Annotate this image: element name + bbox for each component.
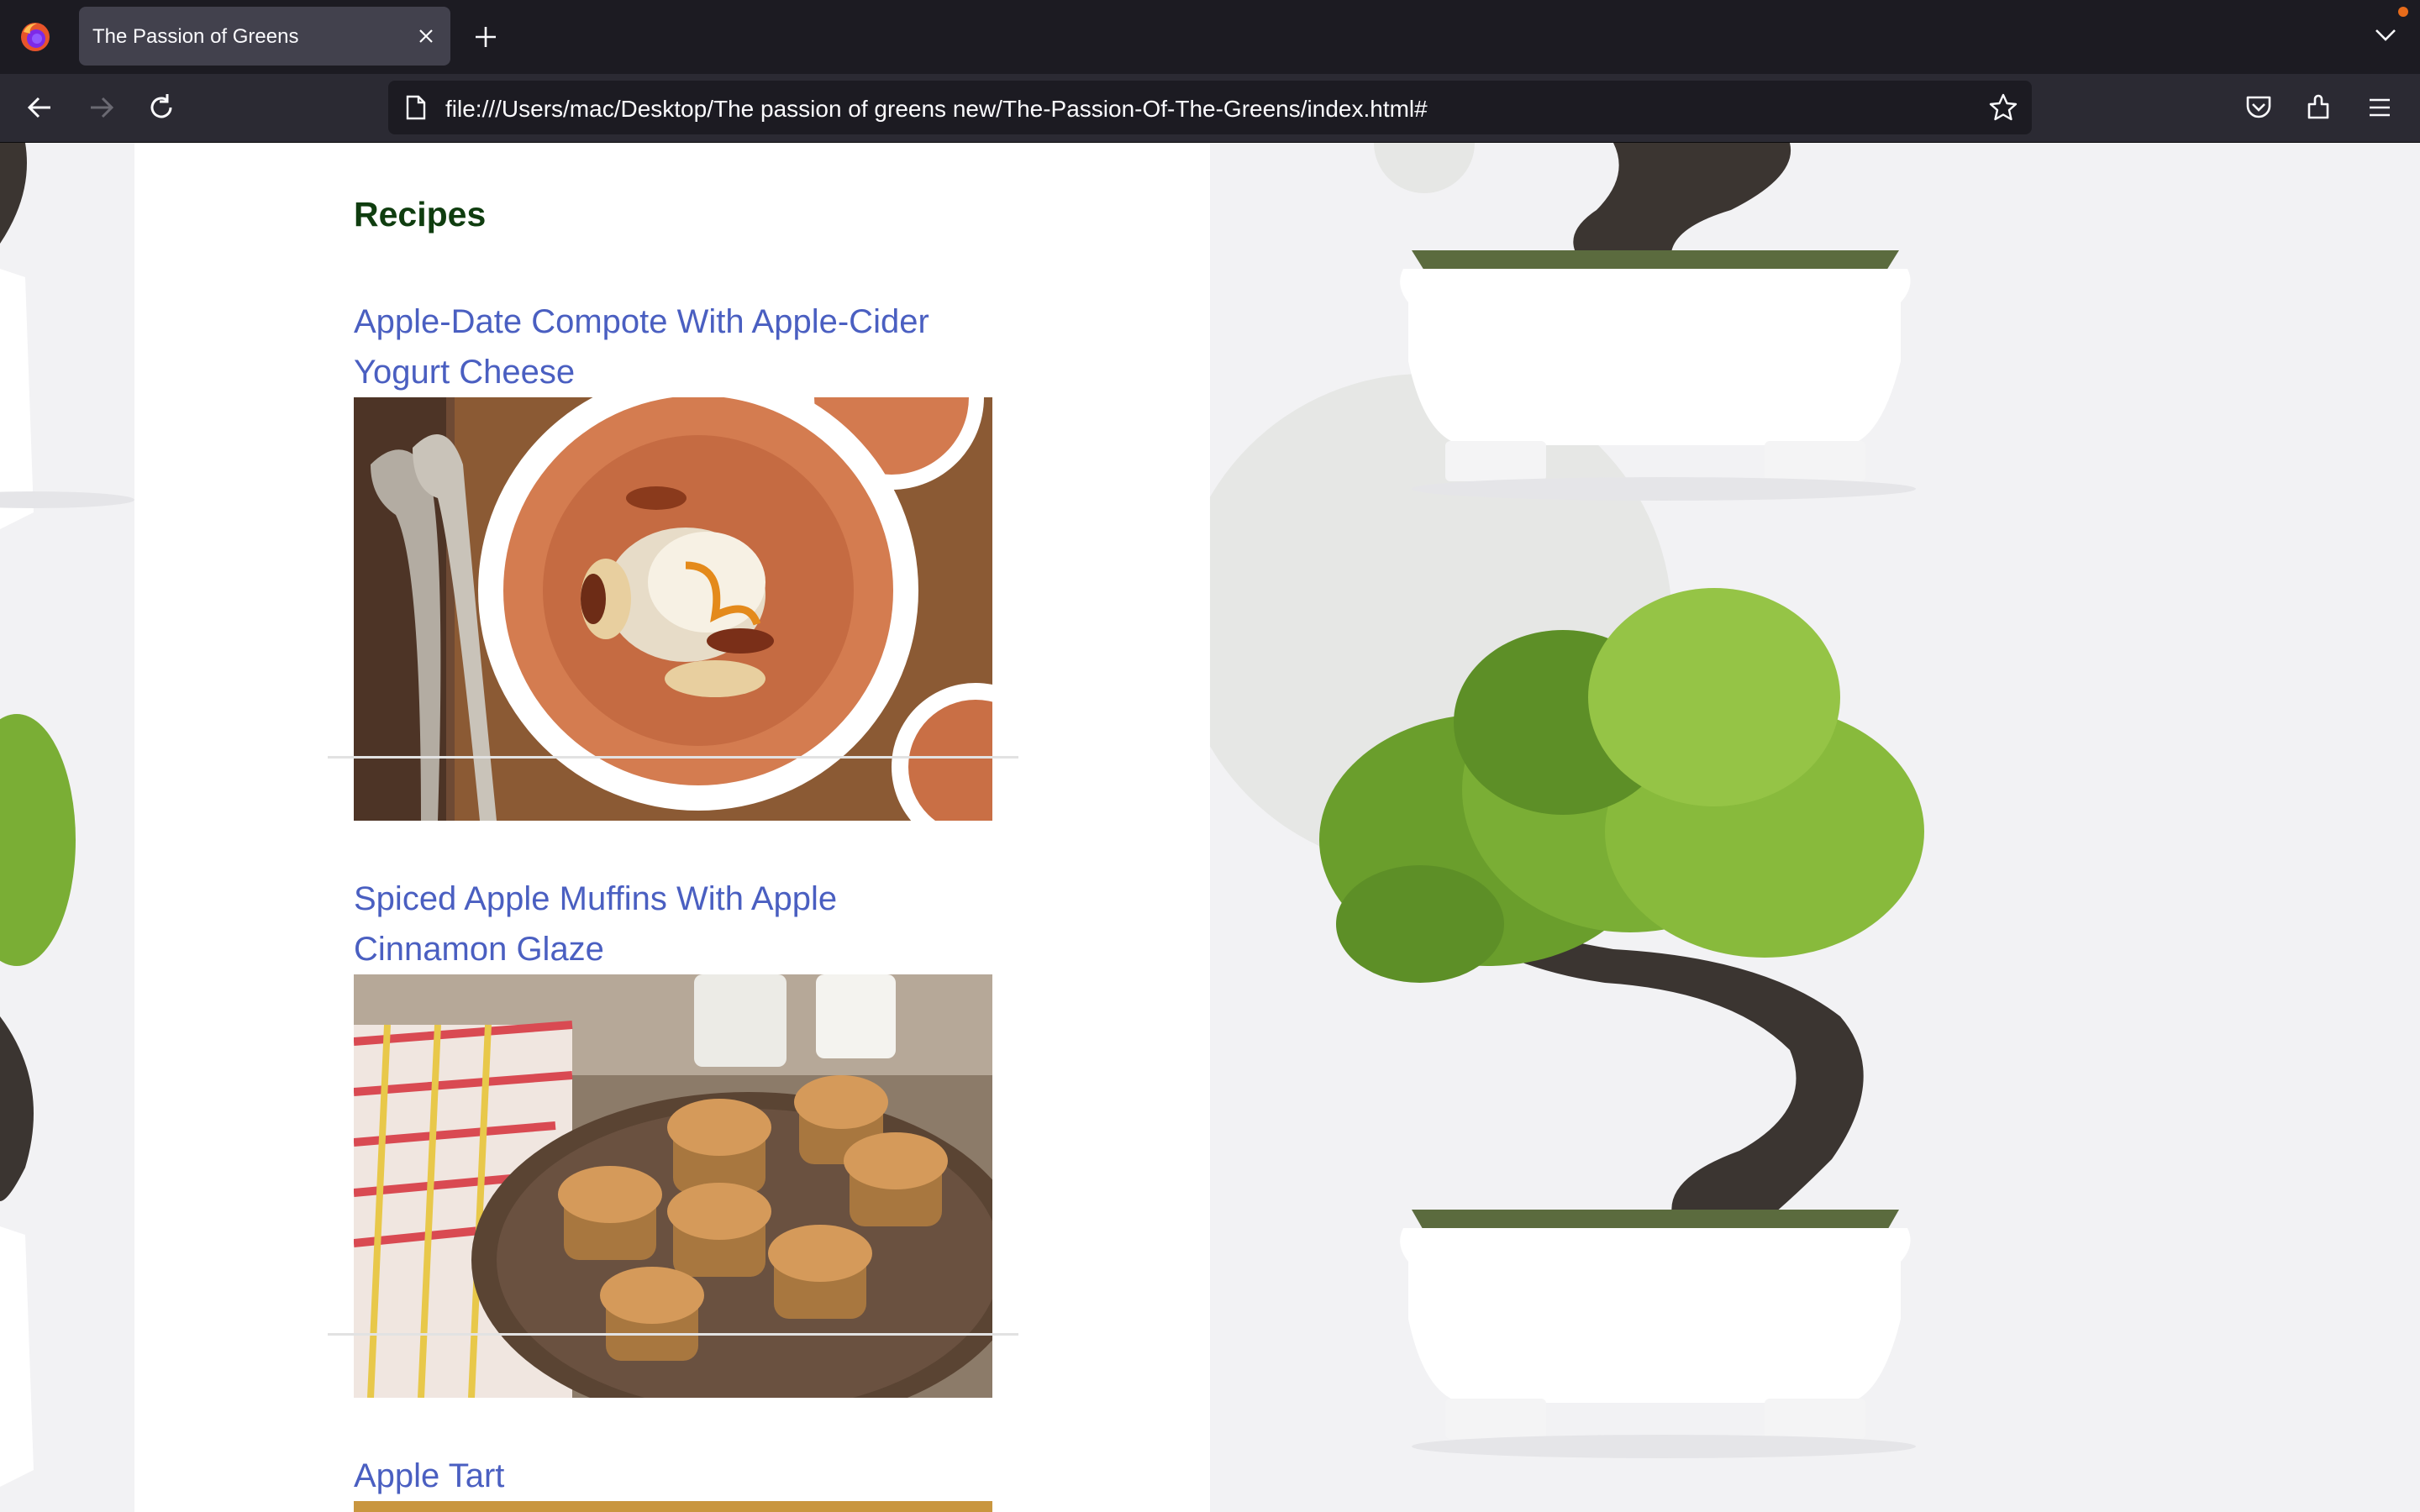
content-column: Recipes Apple-Date Compote With Apple-Ci… [134, 143, 1210, 1512]
recipe-item: Spiced Apple Muffins With Apple Cinnamon… [328, 874, 1018, 1398]
back-arrow-icon[interactable] [24, 91, 57, 124]
recipe-divider [328, 1333, 1018, 1336]
recipe-divider [328, 756, 1018, 759]
bonsai-background-image [1210, 143, 2420, 1512]
notification-dot [2398, 7, 2408, 17]
page-viewport: Recipes Apple-Date Compote With Apple-Ci… [0, 143, 2420, 1512]
firefox-logo-icon[interactable] [18, 20, 52, 54]
tab-title: The Passion of Greens [92, 25, 299, 48]
browser-nav-bar: file:///Users/mac/Desktop/The passion of… [0, 74, 2420, 143]
recipe-title-link[interactable]: Spiced Apple Muffins With Apple Cinnamon… [354, 874, 992, 974]
reload-icon[interactable] [145, 91, 178, 124]
forward-arrow-icon[interactable] [84, 91, 118, 124]
new-tab-icon[interactable] [472, 24, 499, 50]
address-bar[interactable]: file:///Users/mac/Desktop/The passion of… [388, 81, 2032, 134]
active-tab[interactable]: The Passion of Greens [79, 7, 450, 66]
page-icon [406, 95, 426, 120]
recipe-item: Apple Tart [328, 1451, 1018, 1512]
url-text[interactable]: file:///Users/mac/Desktop/The passion of… [445, 96, 1428, 123]
chevron-down-icon[interactable] [2373, 25, 2398, 45]
recipe-title-link[interactable]: Apple-Date Compote With Apple-Cider Yogu… [354, 297, 992, 397]
recipe-title-link[interactable]: Apple Tart [354, 1451, 992, 1501]
browser-tab-bar: The Passion of Greens [0, 0, 2420, 74]
bookmark-star-icon[interactable] [1988, 92, 2018, 123]
apple-tart-photo[interactable] [354, 1501, 992, 1512]
close-icon[interactable] [417, 27, 435, 45]
menu-icon[interactable] [2365, 92, 2395, 123]
extensions-icon[interactable] [2304, 92, 2334, 123]
recipes-heading: Recipes [354, 195, 487, 234]
pocket-icon[interactable] [2244, 92, 2274, 123]
recipe-item: Apple-Date Compote With Apple-Cider Yogu… [328, 297, 1018, 821]
bonsai-background-strip [0, 143, 134, 1512]
